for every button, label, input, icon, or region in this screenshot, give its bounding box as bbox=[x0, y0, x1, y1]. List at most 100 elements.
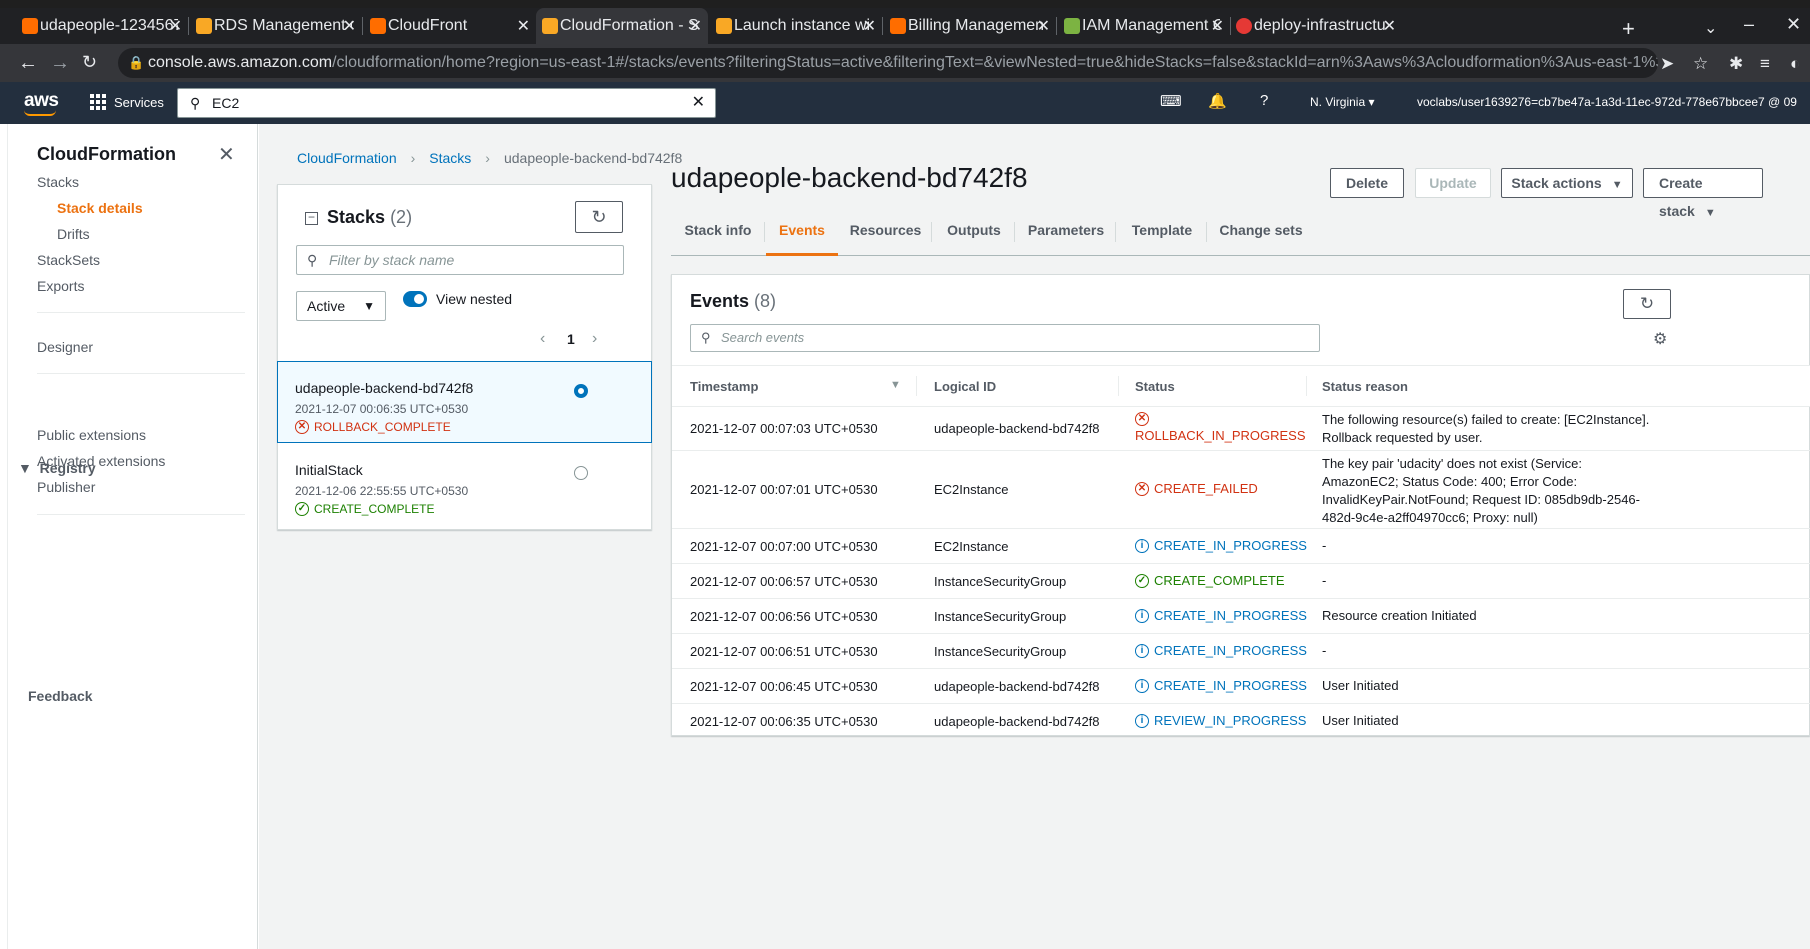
browser-tab-active[interactable]: CloudFormation - St ✕ bbox=[536, 8, 708, 44]
stack-name[interactable]: udapeople-backend-bd742f8 bbox=[295, 380, 473, 396]
back-icon[interactable]: ← bbox=[18, 52, 38, 75]
table-row: 2021-12-07 00:06:45 UTC+0530 udapeople-b… bbox=[672, 669, 1810, 704]
browser-tab[interactable]: CloudFront ✕ bbox=[364, 8, 537, 44]
refresh-events-button[interactable]: ↻ bbox=[1623, 289, 1671, 319]
sidebar-divider bbox=[37, 312, 245, 313]
close-icon[interactable]: ✕ bbox=[343, 16, 356, 36]
account-menu[interactable]: voclabs/user1639276=cb7be47a-1a3d-11ec-9… bbox=[1417, 95, 1797, 109]
close-sidebar-icon[interactable]: ✕ bbox=[218, 142, 235, 167]
forward-icon[interactable]: → bbox=[50, 52, 70, 75]
stack-name[interactable]: InitialStack bbox=[295, 462, 363, 478]
tab-search-icon[interactable]: ⌄ bbox=[1704, 18, 1717, 38]
info-circle-icon: i bbox=[1135, 713, 1149, 728]
settings-gear-icon[interactable]: ⚙ bbox=[1653, 329, 1667, 349]
info-circle-icon: i bbox=[1135, 608, 1149, 623]
browser-tab[interactable]: Billing Managemen ✕ bbox=[884, 8, 1057, 44]
sidebar-item-exports[interactable]: Exports bbox=[37, 278, 84, 294]
delete-button[interactable]: Delete bbox=[1330, 168, 1404, 198]
cloudshell-icon[interactable]: ⌨ bbox=[1160, 92, 1182, 110]
new-tab-icon[interactable]: + bbox=[1622, 16, 1635, 42]
browser-tab[interactable]: IAM Management C ✕ bbox=[1058, 8, 1231, 44]
tab-resources[interactable]: Resources bbox=[839, 216, 932, 256]
close-icon[interactable]: ✕ bbox=[1211, 16, 1224, 36]
event-status: ✕ CREATE_FAILED bbox=[1135, 481, 1258, 496]
page-number[interactable]: 1 bbox=[567, 331, 575, 347]
tab-change-sets[interactable]: Change sets bbox=[1208, 216, 1314, 256]
help-icon[interactable]: ? bbox=[1260, 92, 1268, 109]
event-status: i CREATE_IN_PROGRESS bbox=[1135, 608, 1307, 623]
create-stack-button[interactable]: Create stack ▼ bbox=[1643, 168, 1763, 219]
close-icon[interactable]: ✕ bbox=[1383, 16, 1396, 36]
browser-tab[interactable]: udapeople-1234567 ✕ bbox=[16, 8, 189, 44]
minimize-icon[interactable]: – bbox=[1744, 14, 1754, 35]
sidebar-divider bbox=[37, 514, 245, 515]
profile-icon[interactable]: ◐ bbox=[1790, 54, 1800, 74]
info-circle-icon: i bbox=[1135, 538, 1149, 553]
tab-parameters[interactable]: Parameters bbox=[1016, 216, 1116, 256]
reload-icon[interactable]: ↻ bbox=[82, 52, 97, 73]
close-icon[interactable]: ✕ bbox=[689, 16, 702, 36]
stack-list-item[interactable]: udapeople-backend-bd742f8 2021-12-07 00:… bbox=[277, 361, 652, 443]
refresh-icon: ↻ bbox=[591, 207, 607, 227]
breadcrumb-cloudformation[interactable]: CloudFormation bbox=[297, 150, 397, 166]
aws-logo[interactable]: aws bbox=[24, 90, 59, 116]
sidebar-item-stack-details[interactable]: Stack details bbox=[57, 200, 143, 216]
aws-favicon-icon bbox=[22, 18, 38, 34]
reading-list-icon[interactable]: ≡ bbox=[1760, 54, 1770, 74]
url-field[interactable]: 🔒 console.aws.amazon.com/cloudformation/h… bbox=[118, 48, 1658, 78]
sidebar-item-stacksets[interactable]: StackSets bbox=[37, 252, 100, 268]
stack-radio-selected[interactable] bbox=[574, 384, 588, 398]
chevron-right-icon[interactable]: › bbox=[592, 330, 597, 348]
clear-icon[interactable]: ✕ bbox=[692, 89, 705, 117]
search-events-input[interactable]: ⚲ Search events bbox=[690, 324, 1320, 352]
view-nested-toggle[interactable] bbox=[403, 291, 427, 307]
close-icon[interactable]: ✕ bbox=[1037, 16, 1050, 36]
bookmark-star-icon[interactable]: ☆ bbox=[1693, 54, 1708, 74]
column-header-timestamp[interactable]: Timestamp bbox=[690, 379, 758, 394]
sidebar-item-designer[interactable]: Designer bbox=[37, 339, 93, 355]
extensions-icon[interactable]: ✱ bbox=[1729, 54, 1743, 74]
sidebar-item-activated-extensions[interactable]: Activated extensions bbox=[37, 453, 165, 469]
chevron-left-icon[interactable]: ‹ bbox=[540, 330, 545, 348]
stack-status-select[interactable]: Active ▼ bbox=[296, 291, 386, 321]
close-icon[interactable]: ✕ bbox=[169, 16, 182, 36]
refresh-stacks-button[interactable]: ↻ bbox=[575, 201, 623, 233]
region-selector[interactable]: N. Virginia ▾ bbox=[1310, 95, 1375, 109]
collapse-icon[interactable]: − bbox=[305, 211, 318, 225]
stack-radio[interactable] bbox=[574, 466, 588, 480]
browser-tab[interactable]: deploy-infrastructu ✕ bbox=[1230, 8, 1402, 44]
column-header-logical-id[interactable]: Logical ID bbox=[934, 379, 996, 394]
services-menu-button[interactable]: Services bbox=[90, 94, 164, 110]
browser-tab[interactable]: RDS Management C ✕ bbox=[190, 8, 363, 44]
event-status: i CREATE_IN_PROGRESS bbox=[1135, 643, 1307, 658]
table-row: 2021-12-07 00:06:51 UTC+0530 InstanceSec… bbox=[672, 634, 1810, 669]
close-icon[interactable]: ✕ bbox=[517, 16, 530, 36]
sidebar-item-public-extensions[interactable]: Public extensions bbox=[37, 427, 146, 443]
feedback-link[interactable]: Feedback bbox=[28, 688, 93, 704]
column-header-status[interactable]: Status bbox=[1135, 379, 1175, 394]
browser-tab[interactable]: Launch instance wi ✕ bbox=[710, 8, 883, 44]
sidebar-item-stacks[interactable]: Stacks bbox=[37, 174, 79, 190]
update-button[interactable]: Update bbox=[1415, 168, 1491, 198]
tab-template[interactable]: Template bbox=[1117, 216, 1207, 256]
close-icon[interactable]: ✕ bbox=[863, 16, 876, 36]
column-header-status-reason[interactable]: Status reason bbox=[1322, 379, 1408, 394]
tab-outputs[interactable]: Outputs bbox=[933, 216, 1015, 256]
sidebar-item-drifts[interactable]: Drifts bbox=[57, 226, 90, 242]
sidebar-item-publisher[interactable]: Publisher bbox=[37, 479, 95, 495]
search-icon: ⚲ bbox=[307, 252, 318, 268]
window-close-icon[interactable]: ✕ bbox=[1786, 14, 1801, 35]
event-timestamp: 2021-12-07 00:07:03 UTC+0530 bbox=[690, 421, 878, 436]
sort-desc-icon[interactable]: ▼ bbox=[890, 379, 901, 391]
event-logical-id: udapeople-backend-bd742f8 bbox=[934, 679, 1100, 694]
stack-filter-input[interactable]: ⚲ Filter by stack name bbox=[296, 245, 624, 275]
breadcrumb-stacks[interactable]: Stacks bbox=[429, 150, 471, 166]
stack-list-item[interactable]: InitialStack 2021-12-06 22:55:55 UTC+053… bbox=[278, 444, 651, 526]
stack-actions-button[interactable]: Stack actions ▼ bbox=[1501, 168, 1633, 198]
tab-events[interactable]: Events bbox=[766, 216, 838, 256]
notifications-bell-icon[interactable]: 🔔 bbox=[1208, 92, 1227, 110]
tab-stack-info[interactable]: Stack info bbox=[671, 216, 765, 256]
event-status: i REVIEW_IN_PROGRESS bbox=[1135, 713, 1306, 728]
share-icon[interactable]: ➤ bbox=[1660, 54, 1674, 74]
aws-search-input[interactable]: ⚲ EC2 ✕ bbox=[177, 88, 716, 118]
